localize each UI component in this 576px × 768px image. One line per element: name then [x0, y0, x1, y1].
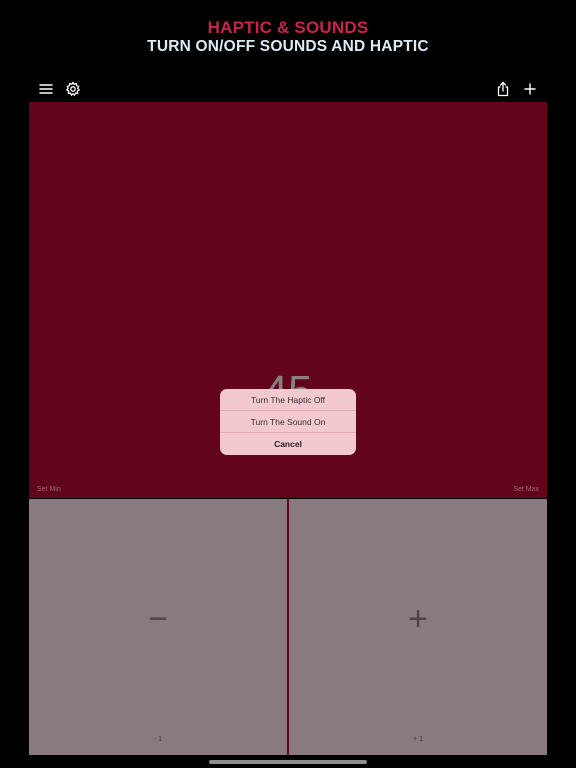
decrement-button[interactable]: − - 1 — [29, 499, 287, 755]
app-screen: HAPTIC & SOUNDS TURN ON/OFF SOUNDS AND H… — [0, 0, 576, 768]
header: HAPTIC & SOUNDS TURN ON/OFF SOUNDS AND H… — [0, 18, 576, 57]
toggle-sound-button[interactable]: Turn The Sound On — [220, 411, 356, 433]
home-indicator — [209, 760, 367, 764]
gear-icon[interactable] — [64, 80, 82, 98]
page-subtitle: TURN ON/OFF SOUNDS AND HAPTIC — [147, 38, 429, 55]
decrement-step-label: - 1 — [153, 736, 163, 743]
menu-icon[interactable] — [37, 80, 55, 98]
increment-button[interactable]: + + 1 — [289, 499, 547, 755]
set-min-button[interactable]: Set Min — [37, 486, 61, 493]
share-icon[interactable] — [494, 80, 512, 98]
toolbar — [29, 80, 547, 100]
increment-step-label: + 1 — [413, 736, 423, 743]
set-max-button[interactable]: Set Max — [513, 486, 539, 493]
action-sheet: Turn The Haptic Off Turn The Sound On Ca… — [220, 389, 356, 455]
cancel-button[interactable]: Cancel — [220, 433, 356, 455]
minus-icon: − — [148, 600, 168, 638]
page-title: HAPTIC & SOUNDS — [207, 18, 369, 37]
plus-icon[interactable] — [521, 80, 539, 98]
toggle-haptic-button[interactable]: Turn The Haptic Off — [220, 389, 356, 411]
plus-large-icon: + — [408, 600, 428, 638]
